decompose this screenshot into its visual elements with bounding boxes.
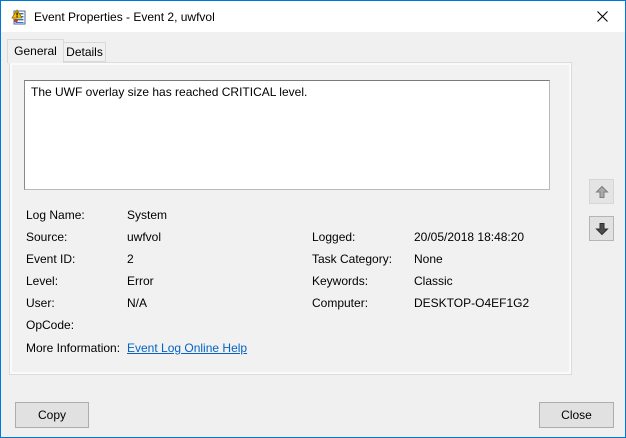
logged-value: 20/05/2018 18:48:20 <box>414 230 525 244</box>
event-description-box[interactable]: The UWF overlay size has reached CRITICA… <box>24 80 550 190</box>
computer-value: DESKTOP-O4EF1G2 <box>414 296 530 310</box>
general-tab-page: The UWF overlay size has reached CRITICA… <box>9 62 572 375</box>
close-button[interactable]: Close <box>539 402 614 428</box>
event-id-value: 2 <box>127 252 134 266</box>
keywords-label: Keywords: <box>312 274 369 288</box>
previous-event-button[interactable] <box>589 179 614 204</box>
log-name-label: Log Name: <box>26 208 85 222</box>
user-label: User: <box>26 296 55 310</box>
arrow-up-icon <box>594 185 609 198</box>
more-information-label: More Information: <box>26 341 121 355</box>
field-row-opcode: OpCode: <box>26 315 566 337</box>
keywords-value: Classic <box>414 274 453 288</box>
tab-general[interactable]: General <box>7 39 64 63</box>
field-row-source-logged: Source: uwfvol Logged: 20/05/2018 18:48:… <box>26 227 566 249</box>
title-bar[interactable]: Event Properties - Event 2, uwfvol <box>1 1 625 32</box>
event-properties-icon <box>11 8 26 24</box>
field-row-log-name: Log Name: System <box>26 205 566 227</box>
window-title: Event Properties - Event 2, uwfvol <box>34 9 215 24</box>
event-id-label: Event ID: <box>26 252 76 266</box>
task-category-label: Task Category: <box>312 252 393 266</box>
tab-details[interactable]: Details <box>64 42 106 62</box>
source-value: uwfvol <box>127 230 162 244</box>
field-row-eventid-taskcategory: Event ID: 2 Task Category: None <box>26 249 566 271</box>
level-value: Error <box>127 274 154 288</box>
source-label: Source: <box>26 230 68 244</box>
next-event-button[interactable] <box>589 216 614 241</box>
close-icon <box>597 11 608 22</box>
close-window-button[interactable] <box>580 1 625 32</box>
task-category-value: None <box>414 252 443 266</box>
event-log-online-help-link[interactable]: Event Log Online Help <box>127 341 247 355</box>
field-row-level-keywords: Level: Error Keywords: Classic <box>26 271 566 293</box>
event-fields: Log Name: System Source: uwfvol Logged: … <box>26 205 566 360</box>
user-value: N/A <box>127 296 148 310</box>
computer-label: Computer: <box>312 296 369 310</box>
logged-label: Logged: <box>312 230 356 244</box>
field-row-more-information: More Information: Event Log Online Help <box>26 338 566 360</box>
event-properties-dialog: Event Properties - Event 2, uwfvol Gener… <box>0 0 626 438</box>
field-row-user-computer: User: N/A Computer: DESKTOP-O4EF1G2 <box>26 293 566 315</box>
event-description-text: The UWF overlay size has reached CRITICA… <box>31 85 308 99</box>
level-label: Level: <box>26 274 59 288</box>
log-name-value: System <box>127 208 168 222</box>
copy-button[interactable]: Copy <box>15 402 89 428</box>
arrow-down-icon <box>594 222 609 235</box>
opcode-label: OpCode: <box>26 318 75 332</box>
